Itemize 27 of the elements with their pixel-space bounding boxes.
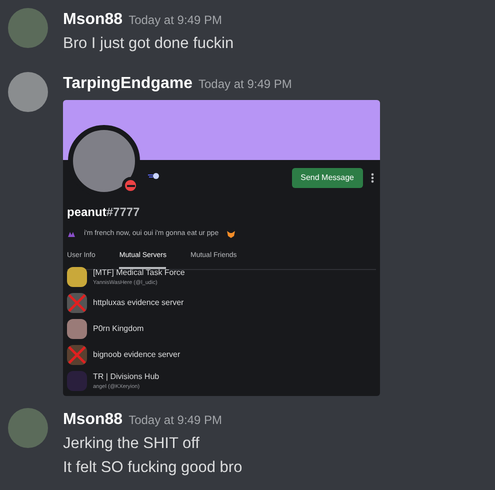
server-item[interactable]: P0rn Kingdom bbox=[67, 316, 376, 342]
badge-icon bbox=[148, 172, 160, 180]
timestamp: Today at 9:49 PM bbox=[198, 76, 292, 93]
server-item[interactable]: httpluxas evidence server bbox=[67, 290, 376, 316]
message-text: Jerking the SHIT off bbox=[63, 434, 200, 454]
more-icon[interactable] bbox=[371, 173, 374, 183]
emoji-icon bbox=[226, 230, 235, 238]
username[interactable]: Mson88 bbox=[63, 408, 123, 432]
username[interactable]: TarpingEndgame bbox=[63, 72, 192, 96]
server-name: httpluxas evidence server bbox=[93, 297, 184, 309]
avatar[interactable] bbox=[8, 8, 48, 48]
avatar[interactable] bbox=[8, 408, 48, 448]
server-name: bignoob evidence server bbox=[93, 349, 180, 361]
timestamp: Today at 9:49 PM bbox=[128, 12, 222, 29]
server-item[interactable]: bignoob evidence server bbox=[67, 342, 376, 368]
server-name: [MTF] Medical Task Force bbox=[93, 266, 185, 279]
send-message-button[interactable]: Send Message bbox=[292, 168, 363, 188]
message-text: It felt SO fucking good bro bbox=[63, 458, 242, 478]
profile-username: peanut bbox=[67, 205, 106, 219]
message-text: Bro I just got done fuckin bbox=[63, 34, 234, 54]
server-name: TR | Divisions Hub bbox=[93, 370, 160, 383]
avatar[interactable] bbox=[8, 72, 48, 112]
server-name: P0rn Kingdom bbox=[93, 323, 144, 335]
profile-tag: #7777 bbox=[106, 205, 140, 219]
username[interactable]: Mson88 bbox=[63, 8, 123, 32]
timestamp: Today at 9:49 PM bbox=[128, 412, 222, 429]
emoji-icon bbox=[67, 230, 76, 238]
